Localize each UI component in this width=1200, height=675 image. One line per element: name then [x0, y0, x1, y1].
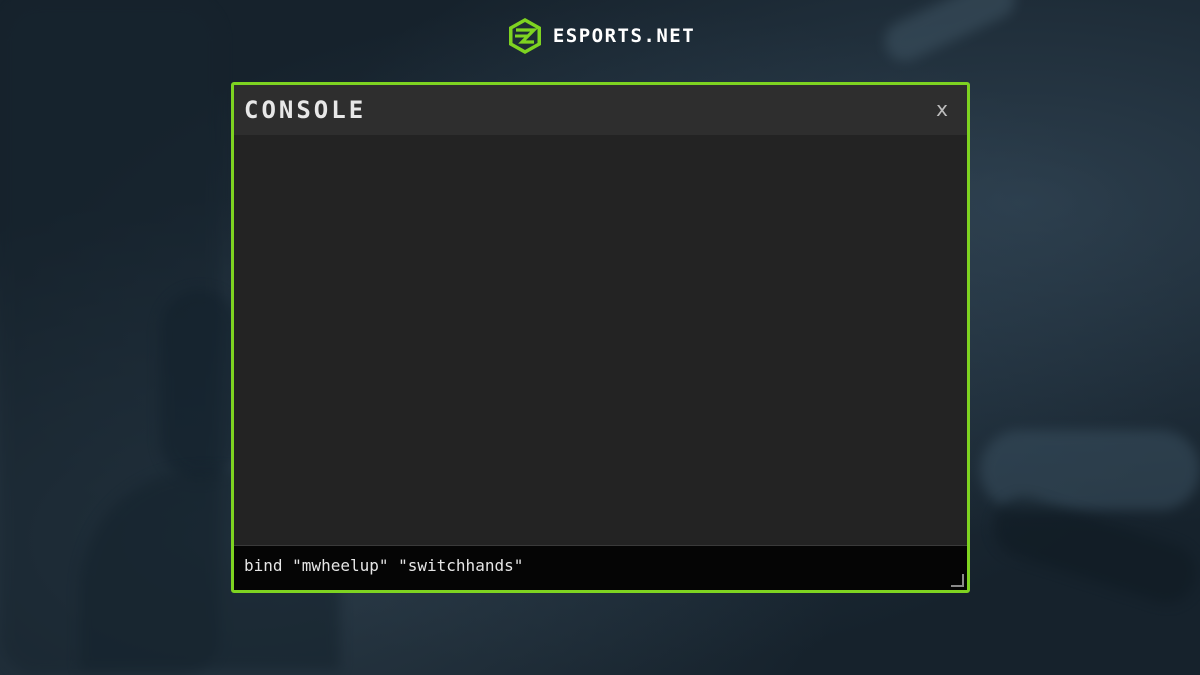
console-output-area [234, 135, 967, 545]
close-button[interactable]: x [931, 97, 953, 121]
logo-text: ESPORTS.NET [552, 25, 696, 47]
console-title-bar[interactable]: CONSOLE x [234, 85, 967, 135]
esports-logo-icon [508, 18, 541, 54]
esports-logo: ESPORTS.NET [0, 16, 1200, 56]
console-title: CONSOLE [244, 96, 367, 124]
background-barrel-left [160, 290, 240, 480]
console-window: CONSOLE x bind "mwheelup" "switchhands" [231, 82, 970, 593]
resize-handle-icon[interactable] [950, 573, 964, 587]
console-input-field[interactable]: bind "mwheelup" "switchhands" [234, 545, 967, 590]
game-background: ESPORTS.NET CONSOLE x bind "mwheelup" "s… [0, 0, 1200, 675]
